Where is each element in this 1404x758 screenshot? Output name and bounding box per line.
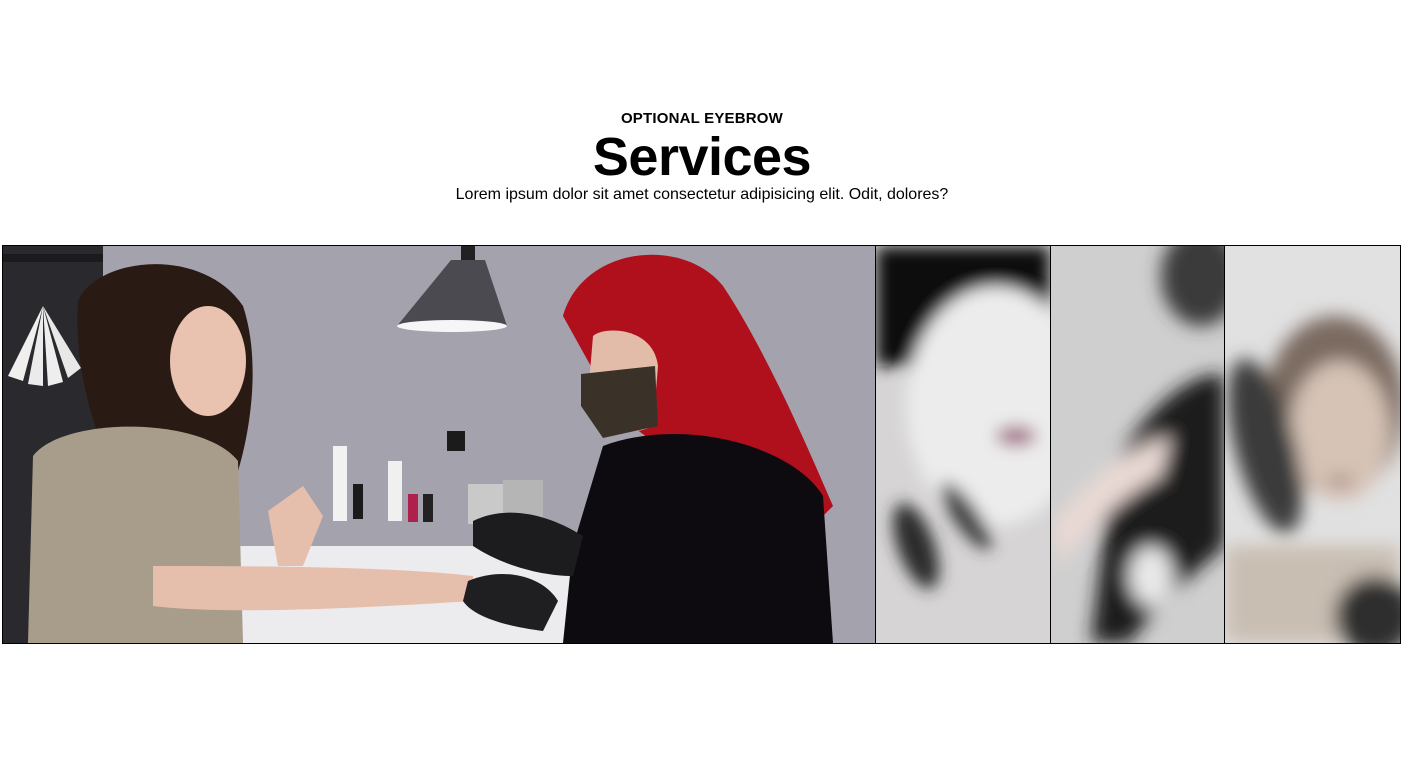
gallery-panel-3[interactable] (1049, 246, 1225, 643)
gallery-panel-manicure[interactable] (3, 246, 875, 643)
blurred-portrait-image (1225, 246, 1400, 643)
gallery-panel-2[interactable] (874, 246, 1050, 643)
services-gallery (2, 245, 1401, 644)
blurred-nail-image (875, 246, 1050, 643)
section-subtitle: Lorem ipsum dolor sit amet consectetur a… (455, 186, 949, 203)
blurred-hair-image (1050, 246, 1225, 643)
eyebrow-text: OPTIONAL EYEBROW (620, 110, 784, 127)
manicure-image (3, 246, 875, 643)
gallery-panel-4[interactable] (1224, 246, 1400, 643)
page-title: Services (592, 127, 812, 187)
